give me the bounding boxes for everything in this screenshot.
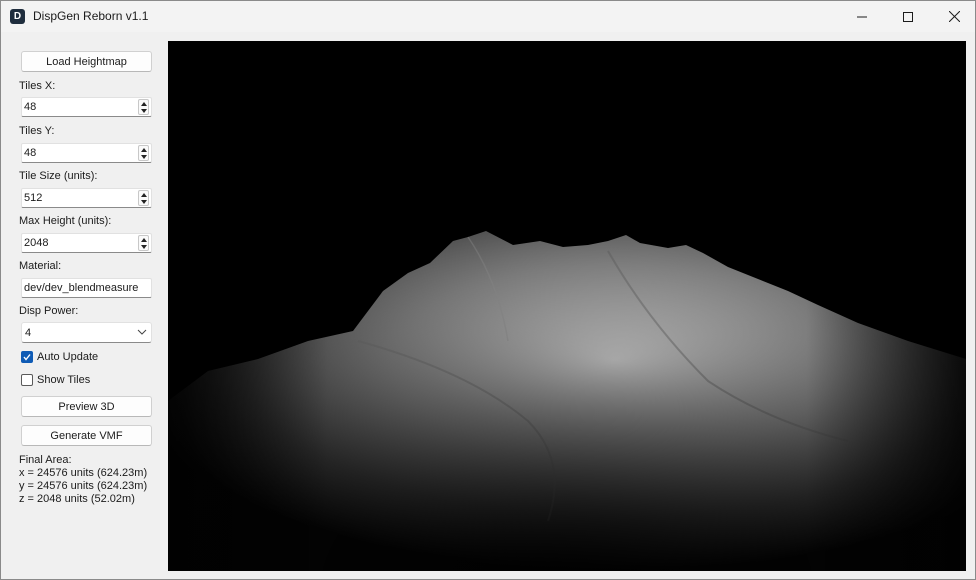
tile-size-value: 512 xyxy=(24,192,43,204)
control-panel: Load Heightmap Tiles X: 48 Tiles Y: 48 T… xyxy=(1,32,167,580)
minimize-icon xyxy=(857,16,867,17)
window-title: DispGen Reborn v1.1 xyxy=(33,9,149,23)
max-height-label: Max Height (units): xyxy=(19,215,112,227)
tile-size-stepper[interactable] xyxy=(138,190,149,206)
arrow-down-icon[interactable] xyxy=(141,200,147,204)
load-heightmap-button[interactable]: Load Heightmap xyxy=(21,51,152,72)
final-area-y: y = 24576 units (624.23m) xyxy=(19,480,148,492)
preview-3d-button[interactable]: Preview 3D xyxy=(21,396,152,417)
maximize-button[interactable] xyxy=(885,1,931,32)
final-area-heading: Final Area: xyxy=(19,454,72,466)
minimize-button[interactable] xyxy=(839,1,885,32)
close-icon xyxy=(948,11,960,22)
arrow-down-icon[interactable] xyxy=(141,245,147,249)
tiles-x-stepper[interactable] xyxy=(138,99,149,115)
arrow-up-icon[interactable] xyxy=(141,102,147,106)
auto-update-label[interactable]: Auto Update xyxy=(37,351,98,363)
show-tiles-checkbox[interactable] xyxy=(21,374,33,386)
arrow-down-icon[interactable] xyxy=(141,155,147,159)
disp-power-label: Disp Power: xyxy=(19,305,79,317)
tiles-y-label: Tiles Y: xyxy=(19,125,55,137)
auto-update-checkbox[interactable] xyxy=(21,351,33,363)
heightmap-preview-viewport[interactable] xyxy=(168,41,966,571)
tiles-x-value: 48 xyxy=(24,101,37,113)
arrow-up-icon[interactable] xyxy=(141,238,147,242)
material-label: Material: xyxy=(19,260,62,272)
max-height-spinbox[interactable]: 2048 xyxy=(21,233,152,253)
arrow-up-icon[interactable] xyxy=(141,148,147,152)
tiles-y-value: 48 xyxy=(24,147,37,159)
arrow-down-icon[interactable] xyxy=(141,109,147,113)
final-area-x: x = 24576 units (624.23m) xyxy=(19,467,148,479)
title-bar[interactable]: D DispGen Reborn v1.1 xyxy=(1,1,975,32)
show-tiles-label[interactable]: Show Tiles xyxy=(37,374,90,386)
material-input[interactable]: dev/dev_blendmeasure xyxy=(21,278,152,298)
close-button[interactable] xyxy=(931,1,976,32)
disp-power-value: 4 xyxy=(25,327,32,339)
maximize-icon xyxy=(903,11,913,22)
max-height-value: 2048 xyxy=(24,237,49,249)
tiles-y-stepper[interactable] xyxy=(138,145,149,161)
tiles-y-spinbox[interactable]: 48 xyxy=(21,143,152,163)
disp-power-select[interactable]: 4 xyxy=(21,322,152,343)
checkmark-icon xyxy=(23,354,31,361)
app-icon: D xyxy=(10,9,25,24)
terrain-render xyxy=(168,41,966,571)
arrow-up-icon[interactable] xyxy=(141,193,147,197)
tile-size-spinbox[interactable]: 512 xyxy=(21,188,152,208)
tiles-x-spinbox[interactable]: 48 xyxy=(21,97,152,117)
tile-size-label: Tile Size (units): xyxy=(19,170,98,182)
chevron-down-icon xyxy=(137,329,147,335)
app-window: D DispGen Reborn v1.1 Load Heightmap Til… xyxy=(0,0,976,580)
final-area-z: z = 2048 units (52.02m) xyxy=(19,493,135,505)
tiles-x-label: Tiles X: xyxy=(19,80,56,92)
generate-vmf-button[interactable]: Generate VMF xyxy=(21,425,152,446)
max-height-stepper[interactable] xyxy=(138,235,149,251)
